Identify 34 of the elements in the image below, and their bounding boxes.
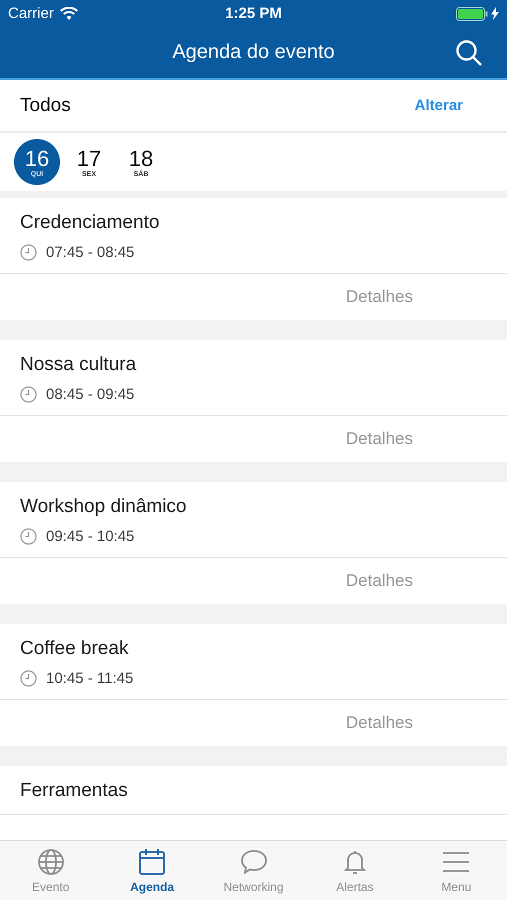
details-link[interactable]: Detalhes [346,700,507,746]
clock-icon [20,386,37,403]
status-time: 1:25 PM [225,5,282,22]
session-title: Workshop dinâmico [20,496,188,518]
session-time: 10:45 - 11:45 [46,670,134,687]
clock-icon [20,244,37,261]
session-time: 08:45 - 09:45 [46,386,134,403]
carrier-name: Carrier [8,5,54,22]
chat-bubble-icon [238,848,269,876]
globe-icon [36,848,66,876]
session-time: 07:45 - 08:45 [46,244,134,261]
search-button[interactable] [455,39,483,67]
session-title: Ferramentas [20,780,129,802]
session-title: Credenciamento [20,212,160,234]
tab-bar-item[interactable]: Networking [202,841,304,900]
wifi-icon [60,7,78,20]
tab-bar-item[interactable]: Menu [406,841,507,900]
screen-title: Agenda do evento [172,41,335,64]
tab-bar-item[interactable]: Evento [0,841,102,900]
session-title: Coffee break [20,638,130,660]
clock-icon [20,528,37,545]
filter-label: Todos [20,94,71,116]
tab-bar-item[interactable]: Alertas [304,841,406,900]
session-title: Nossa cultura [20,354,138,376]
change-filter-link[interactable]: Alterar [414,97,463,114]
charging-bolt-icon [491,7,499,20]
clock-icon [20,670,37,687]
details-link[interactable]: Detalhes [346,416,507,462]
session-time: 09:45 - 10:45 [46,528,134,545]
details-link[interactable]: Detalhes [346,558,507,604]
details-link[interactable]: Detalhes [346,274,507,320]
tab-bar-item[interactable]: Agenda [101,841,203,900]
battery-icon [456,6,488,20]
calendar-icon [137,848,168,876]
